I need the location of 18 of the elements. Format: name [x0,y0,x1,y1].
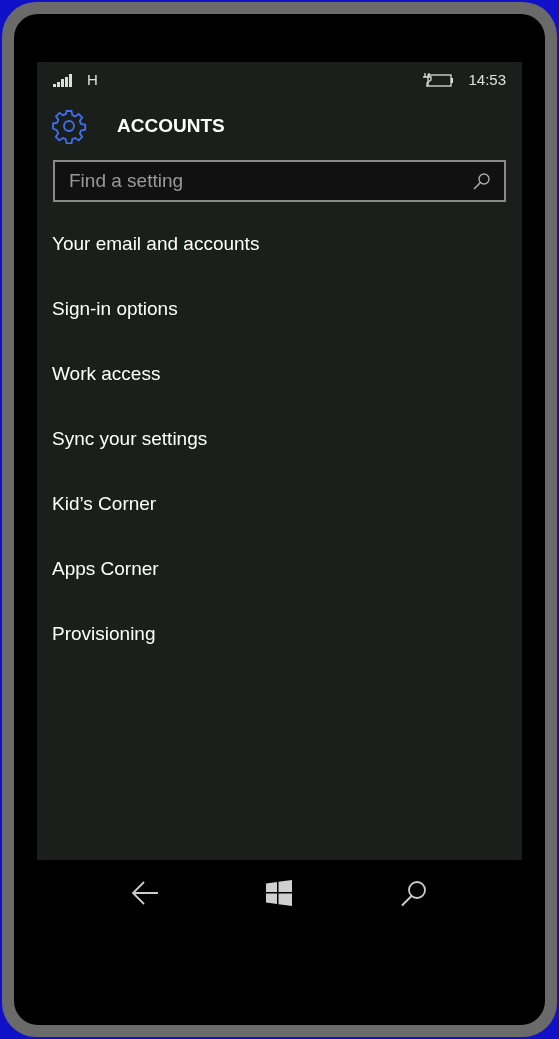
settings-link[interactable]: Sync your settings [52,427,208,451]
search-icon[interactable] [400,879,429,907]
settings-link[interactable]: Apps Corner [52,557,159,581]
battery-charging-icon [422,72,455,88]
gear-icon [51,108,87,144]
settings-link[interactable]: Kid’s Corner [52,492,157,516]
settings-link[interactable]: Work access [52,362,161,386]
settings-link[interactable]: Your email and accounts [52,232,260,256]
page-title: ACCOUNTS [117,113,225,138]
settings-link[interactable]: Sign-in options [52,297,178,321]
back-arrow-icon[interactable] [130,880,159,906]
search-icon[interactable] [472,171,492,191]
clock-time: 14:53 [468,69,506,90]
search-field[interactable]: Find a setting [53,160,506,202]
settings-link[interactable]: Provisioning [52,622,156,646]
network-type: H [87,69,98,90]
windows-logo-icon[interactable] [266,880,293,906]
signal-icon [53,73,73,87]
